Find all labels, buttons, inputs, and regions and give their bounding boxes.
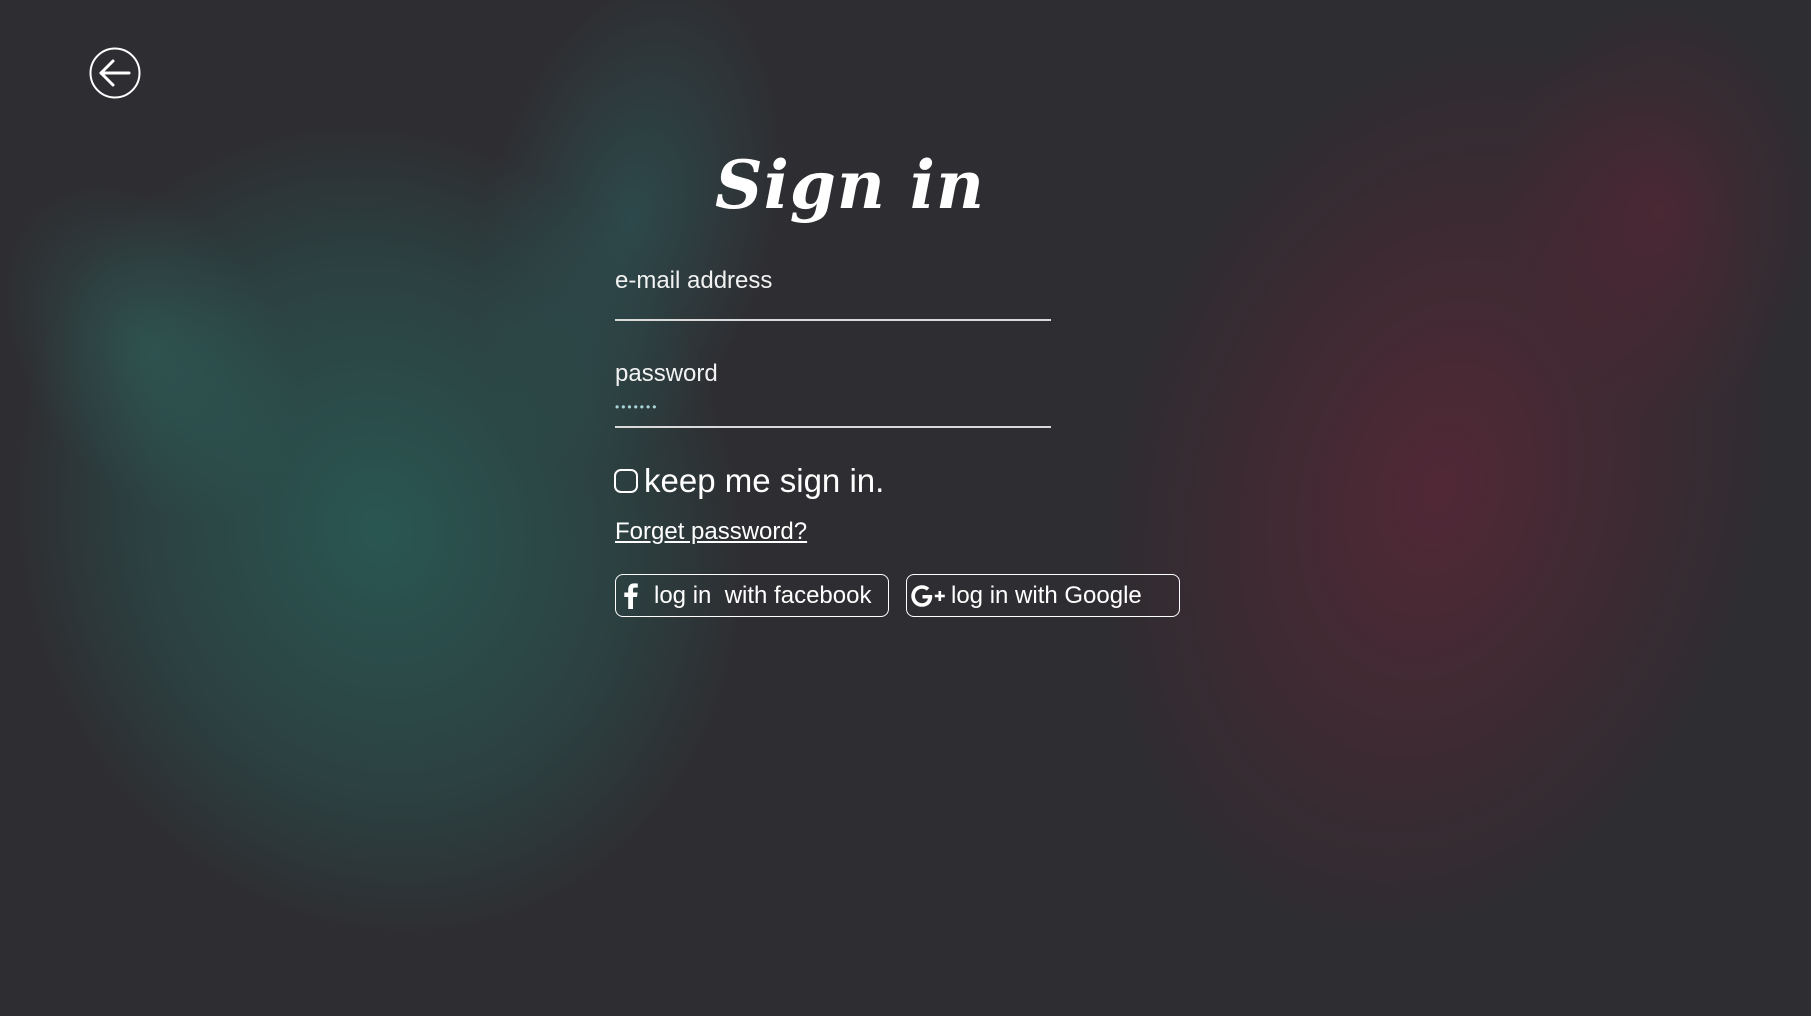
password-field[interactable] xyxy=(615,392,1050,422)
keep-signed-in-label: keep me sign in. xyxy=(644,462,885,499)
email-field[interactable] xyxy=(615,290,1050,320)
keep-signed-in-toggle[interactable]: keep me sign in. xyxy=(614,462,884,500)
google-login-label: log in with Google xyxy=(951,581,1142,609)
forget-password-link[interactable]: Forget password? xyxy=(615,518,807,546)
back-button[interactable] xyxy=(89,47,141,99)
arrow-left-circle-icon xyxy=(89,47,141,99)
facebook-login-button[interactable]: log in with facebook xyxy=(615,574,889,617)
google-login-button[interactable]: log in with Google xyxy=(906,574,1180,617)
sign-in-page: Sign in e-mail address password keep me … xyxy=(0,0,1811,1016)
password-label: password xyxy=(615,360,718,387)
google-plus-icon xyxy=(909,583,949,609)
page-title: Sign in xyxy=(715,146,985,224)
keep-signed-in-checkbox[interactable] xyxy=(614,469,638,493)
facebook-icon xyxy=(620,582,642,609)
password-underline xyxy=(615,426,1051,428)
background-teal-smudge-top xyxy=(421,0,839,509)
email-underline xyxy=(615,319,1051,321)
facebook-login-label: log in with facebook xyxy=(654,581,872,609)
